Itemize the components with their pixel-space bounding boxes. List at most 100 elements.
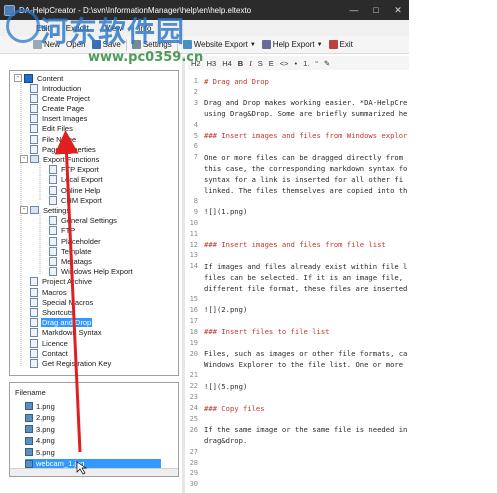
- file-list-item[interactable]: 5.png: [25, 447, 55, 457]
- tree-item[interactable]: File Name: [30, 134, 77, 144]
- code-button[interactable]: <>: [277, 59, 292, 68]
- collapse-icon[interactable]: -: [20, 155, 28, 164]
- editor-line[interactable]: 9 ![](1.png): [188, 207, 409, 217]
- collapse-icon[interactable]: -: [20, 206, 28, 215]
- editor-line[interactable]: 23: [188, 392, 409, 402]
- file-list-item[interactable]: 2.png: [25, 413, 55, 423]
- editor-line[interactable]: 25: [188, 414, 409, 424]
- tree-item[interactable]: - Export Functions: [20, 154, 100, 164]
- editor-line[interactable]: 11: [188, 229, 409, 239]
- tree-item[interactable]: Drag and Drop: [30, 318, 93, 328]
- tree-item[interactable]: Get Registration Key: [30, 358, 112, 368]
- collapse-icon[interactable]: -: [14, 74, 22, 82]
- editor-line[interactable]: 3 Drag and Drop makes working easier. *DA…: [188, 98, 409, 108]
- tree-item[interactable]: FTP: [49, 226, 76, 236]
- editor-line[interactable]: 28: [188, 458, 409, 468]
- file-list[interactable]: Filename 1.png 2.png 3.png 4.png 5.png webcam…: [9, 382, 179, 477]
- file-list-item[interactable]: 3.png: [25, 424, 55, 434]
- exit-button[interactable]: Exit: [326, 37, 356, 53]
- editor-line[interactable]: this case, the corresponding markdown sy…: [188, 163, 409, 173]
- editor-line[interactable]: 21: [188, 370, 409, 380]
- editor-line[interactable]: 13: [188, 250, 409, 260]
- file-list-scrollbar[interactable]: [10, 468, 178, 476]
- editor-line[interactable]: different file format, these files are i…: [188, 283, 409, 293]
- editor-line[interactable]: 10: [188, 218, 409, 228]
- pencil-icon[interactable]: ✎: [321, 59, 333, 68]
- tree-item[interactable]: Metatags: [49, 256, 93, 266]
- editor-line[interactable]: using Drag&Drop. Some are briefly summar…: [188, 109, 409, 119]
- tree-item[interactable]: Windows Help Export: [49, 267, 134, 277]
- website-export-button[interactable]: Website Export ▼: [180, 37, 259, 53]
- menu-info[interactable]: Info: [130, 24, 159, 33]
- menu-export[interactable]: Export: [58, 24, 97, 33]
- tree-item[interactable]: FTP Export: [49, 165, 100, 175]
- tree-item[interactable]: Template: [49, 246, 92, 256]
- strike-button[interactable]: S: [255, 59, 266, 68]
- tree-item[interactable]: Create Page: [30, 103, 85, 113]
- h2-button[interactable]: H2: [188, 59, 204, 68]
- editor-line[interactable]: 4: [188, 120, 409, 130]
- tree-item[interactable]: Project Archive: [30, 277, 93, 287]
- tree-item[interactable]: Local Export: [49, 175, 104, 185]
- tree-item[interactable]: Placeholder: [49, 236, 102, 246]
- editor-line[interactable]: 12 ### Insert images and files from file …: [188, 240, 409, 250]
- h4-button[interactable]: H4: [219, 59, 235, 68]
- editor-line[interactable]: drag&drop.: [188, 436, 409, 446]
- editor-line[interactable]: 29: [188, 468, 409, 478]
- editor-line[interactable]: 5 ### Insert images and files from Window…: [188, 131, 409, 141]
- settings-button[interactable]: Settings: [129, 37, 175, 53]
- editor-line[interactable]: syntax for a link is inserted for all ot…: [188, 174, 409, 184]
- bullet-list-button[interactable]: •: [292, 59, 301, 68]
- tree-item[interactable]: Markdown Syntax: [30, 328, 103, 338]
- emphasis-button[interactable]: E: [266, 59, 277, 68]
- minimize-icon[interactable]: —: [343, 0, 365, 20]
- editor-line[interactable]: 19: [188, 338, 409, 348]
- editor-line[interactable]: 24 ### Copy files: [188, 403, 409, 413]
- help-export-button[interactable]: Help Export ▼: [259, 37, 326, 53]
- editor-line[interactable]: 18 ### Insert files to file list: [188, 327, 409, 337]
- file-list-item[interactable]: webcam_1.jpg: [25, 458, 161, 469]
- editor-line[interactable]: 27: [188, 447, 409, 457]
- italic-button[interactable]: I: [246, 59, 255, 68]
- editor-line[interactable]: 26 If the same image or the same file is …: [188, 425, 409, 435]
- tree-item[interactable]: Page Properties: [30, 144, 97, 154]
- open-button[interactable]: Open: [63, 37, 89, 53]
- panel-splitter[interactable]: [182, 56, 185, 493]
- maximize-icon[interactable]: □: [365, 0, 387, 20]
- editor-line[interactable]: 8: [188, 196, 409, 206]
- tree-item[interactable]: - Settings: [20, 205, 71, 215]
- editor-line[interactable]: Windows Explorer to the file list. One o…: [188, 359, 409, 369]
- menu-edit[interactable]: Edit: [28, 24, 58, 33]
- tree-item[interactable]: Contact: [30, 348, 69, 358]
- editor-line[interactable]: 30: [188, 479, 409, 489]
- tree-item[interactable]: Create Project: [30, 93, 91, 103]
- new-button[interactable]: New: [30, 37, 63, 53]
- file-list-item[interactable]: 4.png: [25, 436, 55, 446]
- editor-line[interactable]: 15: [188, 294, 409, 304]
- tree-root[interactable]: - Content: [14, 73, 64, 83]
- numbered-list-button[interactable]: 1.: [300, 59, 312, 68]
- bold-button[interactable]: B: [235, 59, 246, 68]
- file-list-item[interactable]: 1.png: [25, 401, 55, 411]
- editor-line[interactable]: 14 If images and files already exist with…: [188, 261, 409, 271]
- tree-item[interactable]: Edit Files: [30, 124, 74, 134]
- h3-button[interactable]: H3: [204, 59, 220, 68]
- editor-line[interactable]: 22 ![](5.png): [188, 381, 409, 391]
- tree-item[interactable]: Licence: [30, 338, 69, 348]
- content-tree[interactable]: - Content Introduction Create Project Create…: [9, 70, 179, 376]
- editor-line[interactable]: 16 ![](2.png): [188, 305, 409, 315]
- editor-line[interactable]: 20 Files, such as images or other file fo…: [188, 349, 409, 359]
- tree-item[interactable]: Online Help: [49, 185, 101, 195]
- tree-item[interactable]: Insert Images: [30, 114, 88, 124]
- tree-item[interactable]: Shortcuts: [30, 307, 75, 317]
- markdown-editor[interactable]: 1 # Drag and Drop 2 3 Drag and Drop makes wo…: [188, 72, 409, 493]
- editor-line[interactable]: files can be selected. If it is an image…: [188, 272, 409, 282]
- tree-item[interactable]: Introduction: [30, 83, 82, 93]
- tree-item[interactable]: General Settings: [49, 216, 118, 226]
- editor-line[interactable]: 6: [188, 141, 409, 151]
- tree-item[interactable]: CHM Export: [49, 195, 103, 205]
- tree-item[interactable]: Macros: [30, 287, 68, 297]
- menu-view[interactable]: View: [97, 24, 130, 33]
- editor-line[interactable]: linked. The files themselves are copied …: [188, 185, 409, 195]
- editor-line[interactable]: 2: [188, 87, 409, 97]
